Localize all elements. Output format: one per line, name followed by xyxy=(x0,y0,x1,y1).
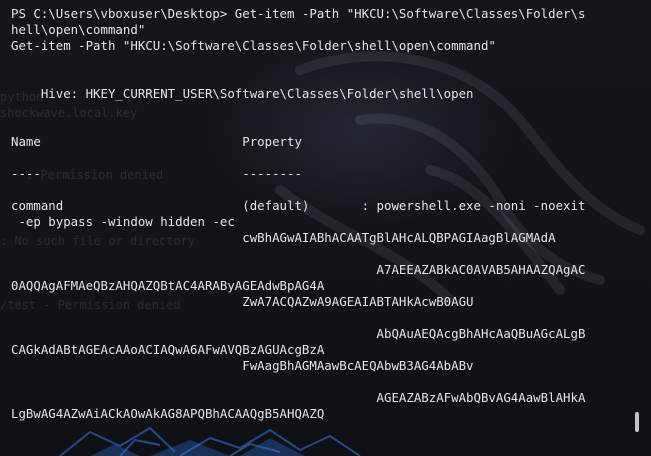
output-line: -ep bypass -window hidden -ec xyxy=(11,214,235,229)
command-wrap-line: hell\open\command" xyxy=(11,22,146,37)
hive-line: Hive: HKEY_CURRENT_USER\Software\Classes… xyxy=(11,86,474,101)
scrollbar-thumb[interactable] xyxy=(635,412,639,432)
output-line: AGEAZABzAFwAbQBvAG4AawBlAHkA xyxy=(11,390,586,405)
output-line: LgBwAG4AZwAiACkAOwAkAG8APQBhACAAQgB5AHQA… xyxy=(11,406,325,421)
prompt-command-line: PS C:\Users\vboxuser\Desktop> Get-item -… xyxy=(11,6,586,21)
echoed-command-line: Get-item -Path "HKCU:\Software\Classes\F… xyxy=(11,38,496,53)
output-line: ZwA7ACQAZwA9AGEAIABTAHkAcwB0AGU xyxy=(11,294,474,309)
output-line: AbQAuAEQAcgBhAHcAaQBuAGcALgB xyxy=(11,326,586,341)
output-line: FwAagBhAGMAawBcAEQAbwB3AG4AbABv xyxy=(11,358,474,373)
terminal-window[interactable]: python shockwave.local.key : Permission … xyxy=(0,0,651,456)
output-line: CAGkAdABtAGEAcAAoACIAQwA6AFwAVQBzAGUAcgB… xyxy=(11,342,325,357)
vertical-scrollbar[interactable] xyxy=(635,0,651,456)
output-line: 0AQQAgAFMAeQBzAHQAZQBtAC4ARAByAGEAdwBpAG… xyxy=(11,278,325,293)
table-header-line: Name Property xyxy=(11,134,302,149)
table-separator-line: ---- -------- xyxy=(11,166,302,181)
output-line: command (default) : powershell.exe -noni… xyxy=(11,198,586,213)
output-line: A7AEEAZABkAC0AVAB5AHAAZQAgAC xyxy=(11,262,586,277)
terminal-output[interactable]: PS C:\Users\vboxuser\Desktop> Get-item -… xyxy=(11,6,629,438)
output-line: cwBhAGwAIABhACAATgBlAHcALQBPAGIAagBlAGMA… xyxy=(11,230,556,245)
